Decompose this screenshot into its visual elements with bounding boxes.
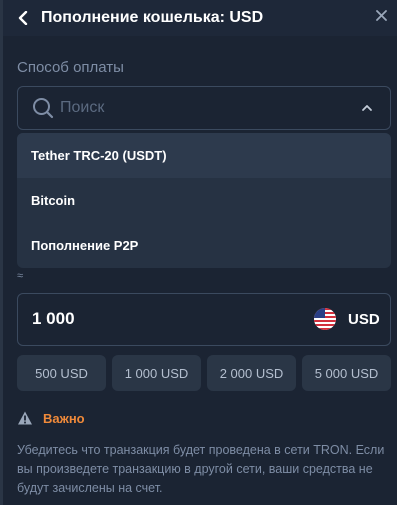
quick-amount-500[interactable]: 500 USD	[17, 355, 106, 391]
close-button[interactable]	[371, 5, 391, 25]
quick-amount-1000[interactable]: 1 000 USD	[112, 355, 201, 391]
warning-icon	[18, 411, 32, 425]
quick-amount-buttons: 500 USD 1 000 USD 2 000 USD 5 000 USD	[17, 355, 391, 391]
amount-value[interactable]: 1 000	[32, 309, 75, 329]
close-icon	[375, 9, 387, 21]
option-tether-trc20[interactable]: Tether TRC-20 (USDT)	[17, 133, 391, 178]
page-title: Пополнение кошелька: USD	[41, 9, 264, 26]
option-bitcoin[interactable]: Bitcoin	[17, 178, 391, 223]
back-button[interactable]	[13, 8, 33, 28]
amount-field[interactable]: 1 000 USD	[17, 293, 391, 346]
payment-method-search[interactable]	[17, 86, 391, 130]
chevron-up-icon[interactable]	[360, 101, 374, 115]
option-p2p[interactable]: Пополнение P2P	[17, 223, 391, 268]
currency-label: USD	[348, 311, 380, 328]
wallet-deposit-panel: Пополнение кошелька: USD Способ оплаты T…	[3, 0, 397, 505]
search-input[interactable]	[60, 95, 340, 121]
us-flag-icon	[314, 308, 336, 330]
search-icon	[33, 98, 54, 119]
panel-header: Пополнение кошелька: USD	[3, 0, 397, 36]
warning-text: Убедитесь что транзакция будет проведена…	[17, 443, 385, 495]
payment-method-dropdown: Tether TRC-20 (USDT) Bitcoin Пополнение …	[17, 133, 391, 268]
quick-amount-5000[interactable]: 5 000 USD	[302, 355, 391, 391]
warning-header: Важно	[17, 409, 85, 427]
quick-amount-2000[interactable]: 2 000 USD	[207, 355, 296, 391]
payment-method-label: Способ оплаты	[17, 59, 124, 76]
chevron-left-icon	[18, 11, 28, 25]
warning-title: Важно	[43, 410, 85, 426]
approx-symbol: ≈	[17, 270, 24, 282]
